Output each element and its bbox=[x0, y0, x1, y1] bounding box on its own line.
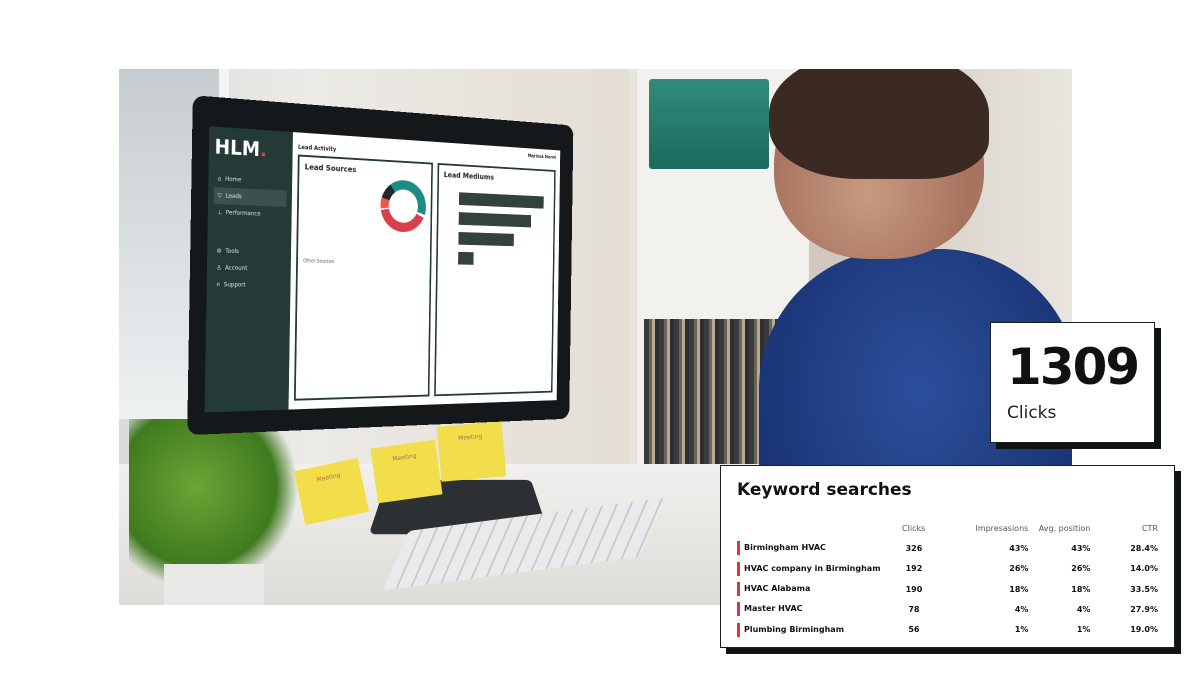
clicks-value: 1309 bbox=[1007, 338, 1140, 396]
value-cell: 27.9% bbox=[1130, 604, 1158, 614]
logo: HLM. bbox=[214, 134, 268, 162]
monitor: HLM. ⌂ Home ▽ Leads ⊥ Performance ⚙ Tools ♙ A… bbox=[187, 95, 574, 436]
value-cell: 26% bbox=[1009, 564, 1029, 574]
table-header: Clicks Impresasions Avg. position CTR bbox=[737, 518, 1158, 538]
value-cell: 19.0% bbox=[1130, 625, 1158, 635]
value-cell: 4% bbox=[1076, 604, 1091, 614]
value-cell: 56 bbox=[908, 625, 920, 635]
lead-sources-donut bbox=[380, 179, 427, 233]
nav-account[interactable]: ♙ Account bbox=[212, 259, 285, 277]
nav-tools[interactable]: ⚙ Tools bbox=[213, 243, 286, 261]
keyword-cell: Master HVAC bbox=[737, 602, 893, 617]
person-hair bbox=[769, 69, 989, 179]
lead-sources-title: Lead Sources bbox=[304, 162, 357, 175]
nav-performance[interactable]: ⊥ Performance bbox=[213, 204, 286, 223]
dashboard-main: Marissa Nerol Lead Activity Lead Sources… bbox=[289, 132, 561, 409]
value-cell: 190 bbox=[905, 584, 923, 594]
value-cell: 78 bbox=[908, 604, 920, 614]
sticky-note: Meeting bbox=[436, 421, 507, 482]
value-cell: 18% bbox=[1009, 584, 1029, 594]
other-sources-title: Other Sources bbox=[303, 258, 334, 265]
keyword-searches-card: Keyword searches Clicks Impresasions Avg… bbox=[720, 465, 1175, 648]
table-row: Master HVAC 78 4% 4% 27.9% bbox=[737, 599, 1158, 619]
clicks-stat-card: 1309 Clicks bbox=[990, 322, 1155, 443]
value-cell: 43% bbox=[1009, 543, 1029, 553]
binder bbox=[649, 79, 769, 169]
medium-bar bbox=[458, 231, 515, 247]
table-row: HVAC Alabama 190 18% 18% 33.5% bbox=[737, 579, 1158, 599]
nav-support[interactable]: ∩ Support bbox=[212, 276, 285, 293]
value-cell: 1% bbox=[1076, 625, 1091, 635]
user-icon: ♙ bbox=[216, 264, 222, 272]
dashboard-screen: HLM. ⌂ Home ▽ Leads ⊥ Performance ⚙ Tools ♙ A… bbox=[204, 126, 561, 413]
home-icon: ⌂ bbox=[217, 175, 222, 183]
col-avg-position: Avg. position bbox=[1038, 523, 1091, 533]
value-cell: 18% bbox=[1071, 584, 1091, 594]
value-cell: 26% bbox=[1071, 564, 1091, 574]
keyword-cell: HVAC Alabama bbox=[737, 582, 893, 597]
keyword-cell: Plumbing Birmingham bbox=[737, 622, 893, 637]
col-ctr: CTR bbox=[1141, 523, 1158, 533]
table-row: Plumbing Birmingham 56 1% 1% 19.0% bbox=[737, 619, 1158, 639]
keyword-cell: Birmingham HVAC bbox=[737, 541, 893, 556]
table-row: Birmingham HVAC 326 43% 43% 28.4% bbox=[737, 538, 1158, 558]
value-cell: 28.4% bbox=[1130, 543, 1158, 553]
table-row: HVAC company in Birmingham 192 26% 26% 14.0% bbox=[737, 559, 1158, 579]
plant-pot bbox=[164, 564, 264, 605]
keyword-title: Keyword searches bbox=[737, 480, 912, 500]
medium-bar bbox=[458, 251, 474, 265]
value-cell: 1% bbox=[1014, 625, 1029, 635]
chart-icon: ⊥ bbox=[217, 209, 223, 217]
lead-sources-card: Lead Sources Other Sources bbox=[293, 154, 433, 401]
sidebar: HLM. ⌂ Home ▽ Leads ⊥ Performance ⚙ Tools ♙ A… bbox=[204, 126, 293, 413]
value-cell: 4% bbox=[1014, 604, 1029, 614]
medium-bar bbox=[458, 212, 532, 228]
clicks-label: Clicks bbox=[1007, 403, 1057, 423]
medium-bar bbox=[458, 192, 544, 209]
value-cell: 326 bbox=[905, 543, 923, 553]
value-cell: 33.5% bbox=[1130, 584, 1158, 594]
col-impressions: Impresasions bbox=[975, 523, 1029, 533]
gear-icon: ⚙ bbox=[216, 247, 222, 255]
value-cell: 192 bbox=[905, 564, 923, 574]
col-clicks: Clicks bbox=[902, 523, 926, 533]
keyword-cell: HVAC company in Birmingham bbox=[737, 561, 893, 576]
lead-mediums-card: Lead Mediums bbox=[434, 162, 556, 397]
sticky-note: Meeting bbox=[370, 439, 443, 504]
filter-icon: ▽ bbox=[217, 192, 222, 200]
value-cell: 43% bbox=[1071, 543, 1091, 553]
headset-icon: ∩ bbox=[215, 281, 221, 289]
lead-mediums-title: Lead Mediums bbox=[443, 170, 494, 182]
value-cell: 14.0% bbox=[1130, 564, 1158, 574]
